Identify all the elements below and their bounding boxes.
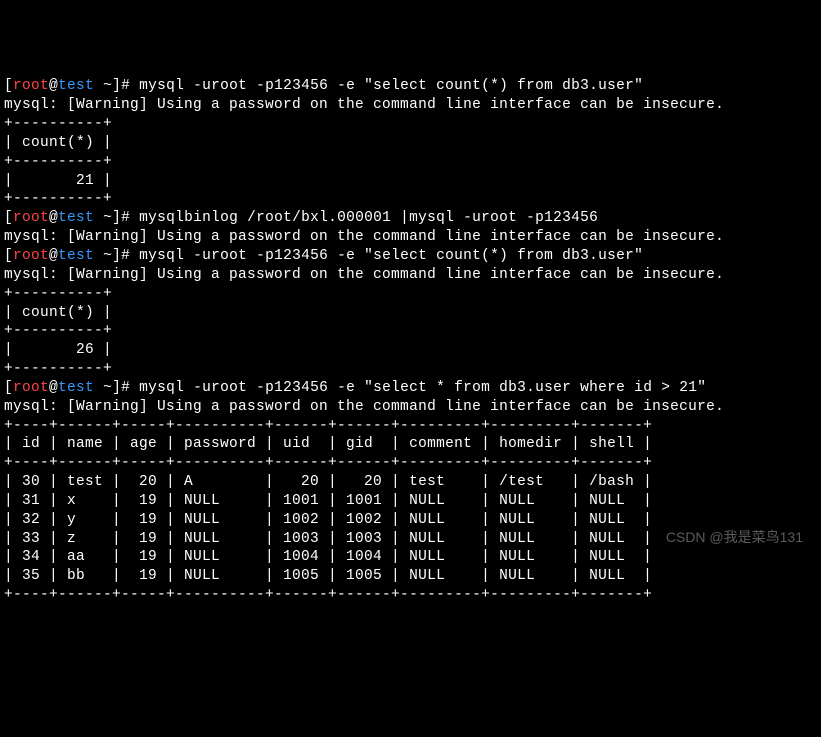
prompt-at: @ bbox=[49, 210, 58, 226]
table-header: | count(*) | bbox=[4, 135, 112, 151]
table-border: +----------+ bbox=[4, 154, 112, 170]
watermark-text: CSDN @我是菜鸟131 bbox=[666, 528, 803, 546]
prompt-space bbox=[94, 248, 103, 264]
warning-3: mysql: [Warning] Using a password on the… bbox=[4, 267, 724, 283]
prompt-user: root bbox=[13, 210, 49, 226]
prompt-space bbox=[94, 210, 103, 226]
prompt-host: test bbox=[58, 248, 94, 264]
prompt-line-2: [root@test ~]# mysqlbinlog /root/bxl.000… bbox=[4, 210, 598, 226]
table-row: | 35 | bb | 19 | NULL | 1005 | 1005 | NU… bbox=[4, 568, 652, 584]
table-row: | 34 | aa | 19 | NULL | 1004 | 1004 | NU… bbox=[4, 549, 652, 565]
table-border: +----------+ bbox=[4, 286, 112, 302]
count-row-26: | 26 | bbox=[4, 342, 112, 358]
prompt-close: ]# bbox=[112, 380, 139, 396]
prompt-close: ]# bbox=[112, 210, 139, 226]
bracket-open: [ bbox=[4, 210, 13, 226]
prompt-tilde: ~ bbox=[103, 210, 112, 226]
table-row: | 33 | z | 19 | NULL | 1003 | 1003 | NUL… bbox=[4, 531, 652, 547]
table-row: | 31 | x | 19 | NULL | 1001 | 1001 | NUL… bbox=[4, 493, 652, 509]
prompt-at: @ bbox=[49, 380, 58, 396]
table-row: | 30 | test | 20 | A | 20 | 20 | test | … bbox=[4, 474, 652, 490]
prompt-close: ]# bbox=[112, 78, 139, 94]
user-table-border: +----+------+-----+----------+------+---… bbox=[4, 587, 652, 603]
table-row: | 32 | y | 19 | NULL | 1002 | 1002 | NUL… bbox=[4, 512, 652, 528]
prompt-tilde: ~ bbox=[103, 248, 112, 264]
terminal-output[interactable]: [root@test ~]# mysql -uroot -p123456 -e … bbox=[4, 77, 817, 605]
prompt-space bbox=[94, 78, 103, 94]
warning-1: mysql: [Warning] Using a password on the… bbox=[4, 97, 724, 113]
prompt-host: test bbox=[58, 210, 94, 226]
prompt-user: root bbox=[13, 78, 49, 94]
table-border: +----------+ bbox=[4, 191, 112, 207]
bracket-open: [ bbox=[4, 248, 13, 264]
prompt-close: ]# bbox=[112, 248, 139, 264]
user-table-header: | id | name | age | password | uid | gid… bbox=[4, 436, 652, 452]
prompt-space bbox=[94, 380, 103, 396]
table-border: +----------+ bbox=[4, 361, 112, 377]
bracket-open: [ bbox=[4, 380, 13, 396]
count-row-21: | 21 | bbox=[4, 173, 112, 189]
command-4: mysql -uroot -p123456 -e "select * from … bbox=[139, 380, 706, 396]
command-3: mysql -uroot -p123456 -e "select count(*… bbox=[139, 248, 643, 264]
prompt-host: test bbox=[58, 380, 94, 396]
user-table-border: +----+------+-----+----------+------+---… bbox=[4, 455, 652, 471]
warning-4: mysql: [Warning] Using a password on the… bbox=[4, 399, 724, 415]
prompt-line-4: [root@test ~]# mysql -uroot -p123456 -e … bbox=[4, 380, 706, 396]
table-border: +----------+ bbox=[4, 116, 112, 132]
prompt-tilde: ~ bbox=[103, 380, 112, 396]
prompt-user: root bbox=[13, 248, 49, 264]
prompt-line-1: [root@test ~]# mysql -uroot -p123456 -e … bbox=[4, 78, 643, 94]
table-header: | count(*) | bbox=[4, 305, 112, 321]
table-border: +----------+ bbox=[4, 323, 112, 339]
command-2: mysqlbinlog /root/bxl.000001 |mysql -uro… bbox=[139, 210, 598, 226]
command-1: mysql -uroot -p123456 -e "select count(*… bbox=[139, 78, 643, 94]
prompt-host: test bbox=[58, 78, 94, 94]
prompt-at: @ bbox=[49, 248, 58, 264]
prompt-user: root bbox=[13, 380, 49, 396]
prompt-tilde: ~ bbox=[103, 78, 112, 94]
user-table-border: +----+------+-----+----------+------+---… bbox=[4, 418, 652, 434]
bracket-open: [ bbox=[4, 78, 13, 94]
prompt-at: @ bbox=[49, 78, 58, 94]
warning-2: mysql: [Warning] Using a password on the… bbox=[4, 229, 724, 245]
prompt-line-3: [root@test ~]# mysql -uroot -p123456 -e … bbox=[4, 248, 643, 264]
